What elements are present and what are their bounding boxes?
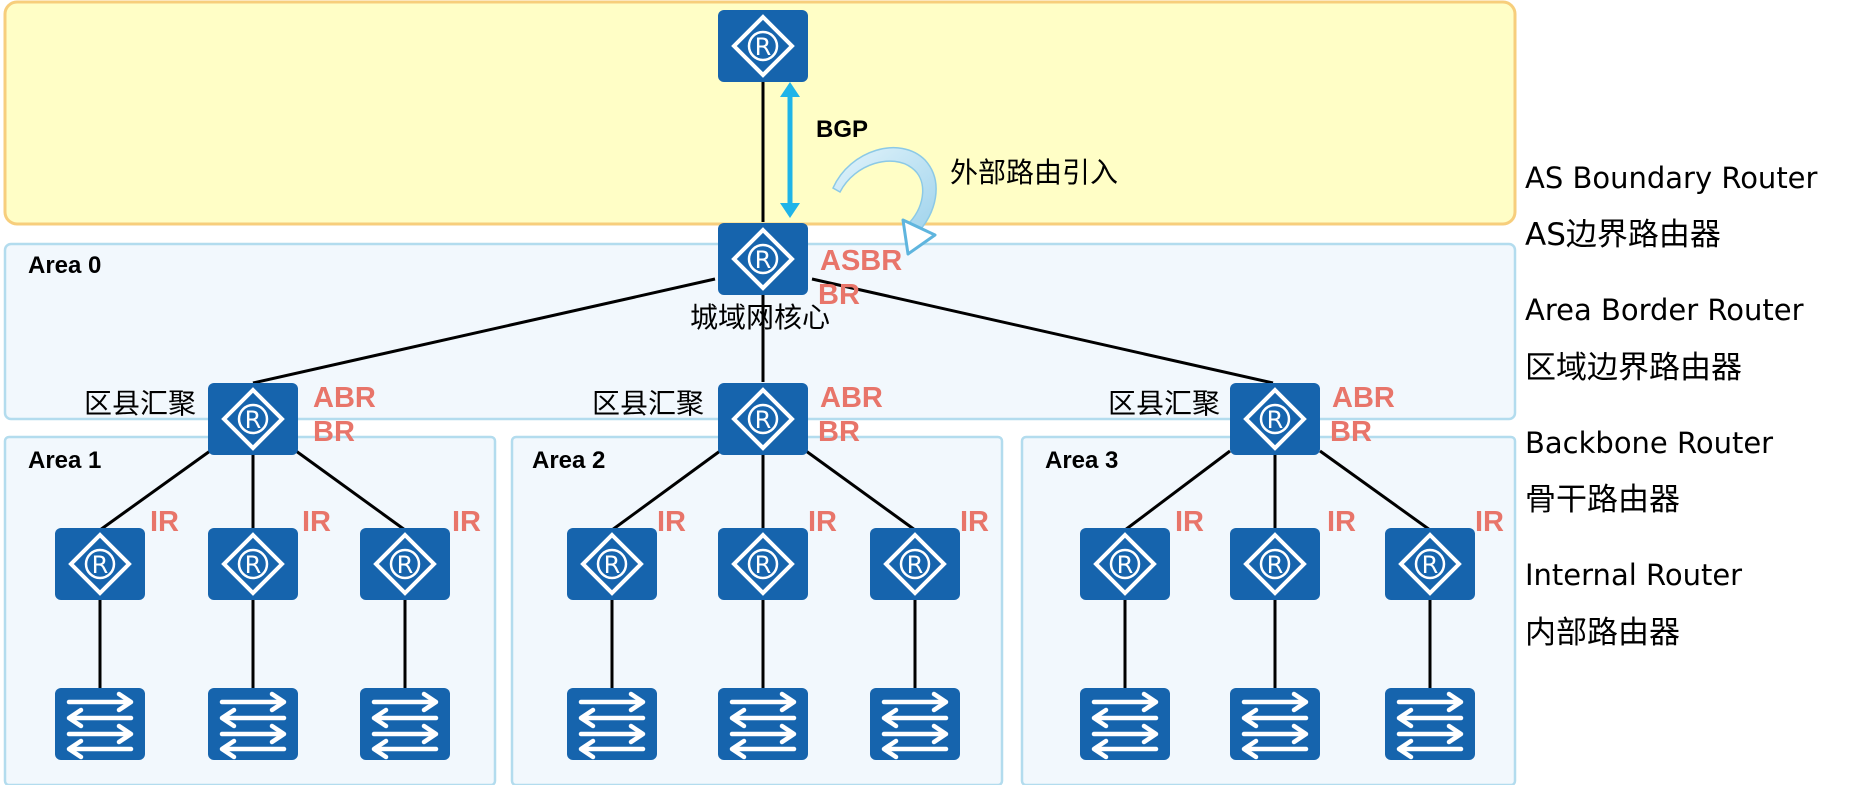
legend-cn: AS边界路由器 [1525,217,1721,253]
switch-icon[interactable] [1080,688,1170,760]
router-icon[interactable] [1078,526,1172,602]
ir-label: IR [302,506,331,538]
switch-icon[interactable] [360,688,450,760]
router-icon[interactable] [716,221,810,297]
ir-label: IR [1327,506,1356,538]
router-icon[interactable] [716,8,810,84]
access-switches [55,688,1475,760]
ir-label: IR [657,506,686,538]
aggregation-caption: 区县汇聚 [592,387,704,420]
core-caption: 城域网核心 [690,301,830,334]
osbf-network-diagram: R [0,0,1851,785]
router-icon[interactable] [358,526,452,602]
legend-en: Backbone Router [1525,426,1773,460]
aggregation-role-abr: ABR [313,382,376,414]
aggregation-role-br: BR [313,416,355,448]
aggregation-role-br: BR [818,416,860,448]
internal-routers [53,526,1477,602]
router-icon[interactable] [206,381,300,457]
switch-icon[interactable] [567,688,657,760]
switch-icon[interactable] [870,688,960,760]
area-1-label: Area 1 [28,447,101,474]
switch-icon[interactable] [1230,688,1320,760]
ir-label: IR [960,506,989,538]
switch-icon[interactable] [718,688,808,760]
ir-label: IR [1175,506,1204,538]
legend-en: Area Border Router [1525,293,1804,327]
area-3-label: Area 3 [1045,447,1118,474]
switch-icon[interactable] [208,688,298,760]
ir-label: IR [452,506,481,538]
legend-en: AS Boundary Router [1525,161,1818,195]
switch-icon[interactable] [1385,688,1475,760]
ir-label: IR [150,506,179,538]
external-import-label: 外部路由引入 [950,156,1118,189]
router-icon[interactable] [716,381,810,457]
legend-cn: 内部路由器 [1525,615,1680,651]
router-icon[interactable] [1228,526,1322,602]
router-role-legend: AS Boundary Router AS边界路由器 Area Border R… [1525,161,1818,651]
aggregation-caption: 区县汇聚 [1108,387,1220,420]
legend-cn: 骨干路由器 [1525,482,1680,518]
ir-label: IR [808,506,837,538]
switch-icon[interactable] [55,688,145,760]
legend-cn: 区域边界路由器 [1525,350,1742,386]
aggregation-role-abr: ABR [820,382,883,414]
aggregation-caption: 区县汇聚 [84,387,196,420]
area-0-label: Area 0 [28,252,101,279]
router-icon[interactable] [1228,381,1322,457]
router-icon[interactable] [868,526,962,602]
aggregation-role-br: BR [1330,416,1372,448]
router-icon[interactable] [206,526,300,602]
router-icon[interactable] [1383,526,1477,602]
diagram-canvas: R [3,0,1818,785]
area-2-label: Area 2 [532,447,605,474]
router-icon[interactable] [565,526,659,602]
router-icon[interactable] [53,526,147,602]
bgp-label: BGP [816,116,868,143]
core-role-asbr: ASBR [820,245,902,277]
legend-en: Internal Router [1525,558,1742,592]
router-icon[interactable] [716,526,810,602]
ir-label: IR [1475,506,1504,538]
aggregation-role-abr: ABR [1332,382,1395,414]
